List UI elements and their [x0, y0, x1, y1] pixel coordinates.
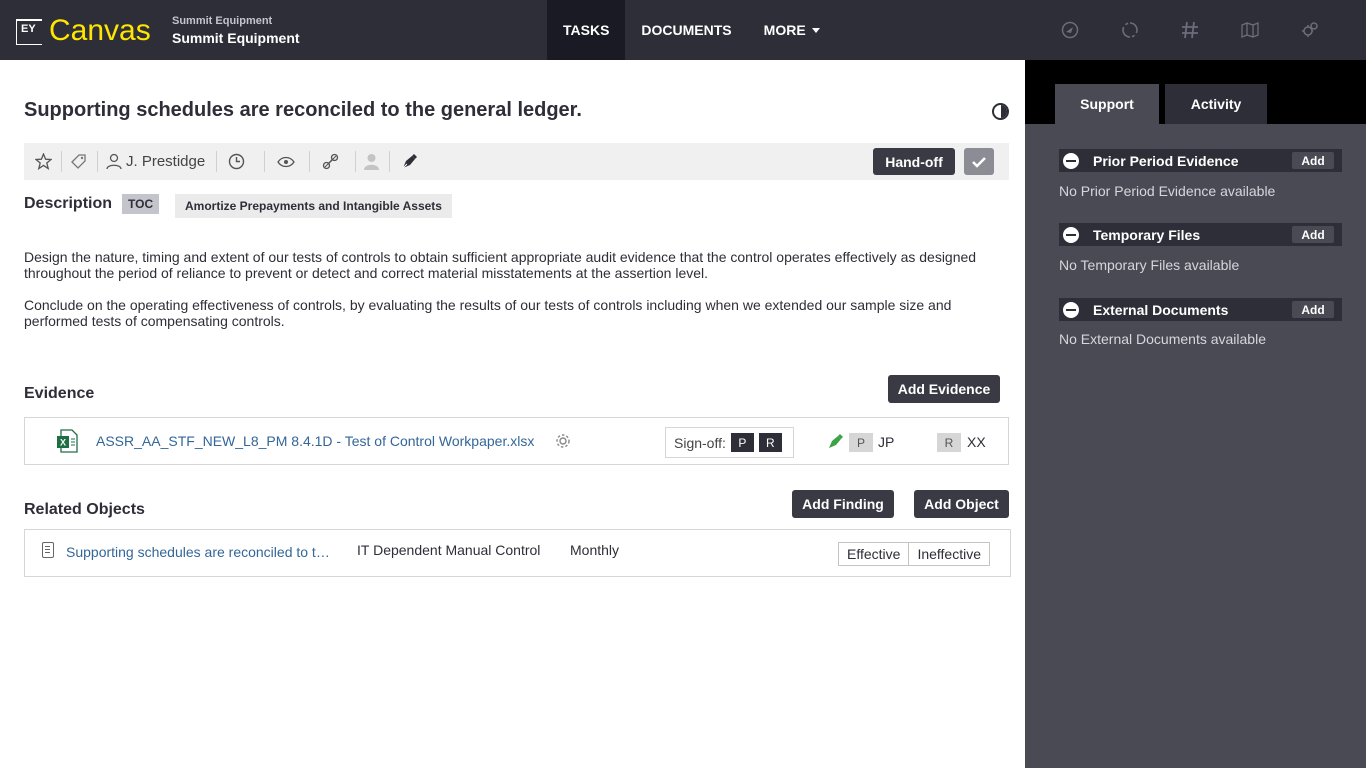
gears-icon[interactable] — [1300, 18, 1320, 42]
preparer-initials: JP — [878, 434, 895, 450]
complete-button[interactable] — [964, 148, 994, 175]
main-nav: TASKS DOCUMENTS MORE — [547, 0, 836, 60]
add-temporary-file-button[interactable]: Add — [1292, 226, 1334, 243]
prior-period-evidence-header[interactable]: Prior Period Evidence Add — [1059, 149, 1342, 172]
unlink-icon[interactable] — [322, 143, 339, 180]
user-icon — [106, 153, 122, 170]
green-pen-icon — [829, 434, 843, 448]
reviewer-initials: XX — [967, 434, 986, 450]
temporary-files-header[interactable]: Temporary Files Add — [1059, 223, 1342, 246]
support-panel: Support Activity Prior Period Evidence A… — [1025, 60, 1366, 768]
evidence-file-link[interactable]: ASSR_AA_STF_NEW_L8_PM 8.4.1D - Test of C… — [96, 433, 534, 449]
nav-more[interactable]: MORE — [748, 0, 836, 60]
preparer-chip: P — [849, 433, 873, 452]
check-icon — [972, 156, 986, 168]
compass-icon[interactable] — [1060, 18, 1080, 42]
assertion-tag[interactable]: Amortize Prepayments and Intangible Asse… — [175, 194, 452, 218]
tab-activity[interactable]: Activity — [1165, 84, 1267, 124]
person-placeholder-icon[interactable] — [364, 143, 379, 180]
external-documents-empty: No External Documents available — [1059, 331, 1266, 347]
main-content: Supporting schedules are reconciled to t… — [0, 60, 1025, 768]
caret-down-icon — [811, 27, 820, 33]
add-external-document-button[interactable]: Add — [1292, 301, 1334, 318]
collapse-icon[interactable] — [1063, 301, 1079, 318]
panel-tab-bar: Support Activity — [1025, 60, 1366, 124]
nav-tasks-label: TASKS — [563, 22, 610, 38]
control-doc-icon — [42, 542, 54, 558]
description-label: Description — [24, 195, 113, 212]
pen-nib-icon[interactable] — [401, 143, 418, 180]
evidence-row: X ASSR_AA_STF_NEW_L8_PM 8.4.1D - Test of… — [24, 417, 1009, 465]
toc-badge: TOC — [122, 194, 160, 214]
assignee[interactable]: J. Prestidge — [106, 143, 205, 180]
handoff-button[interactable]: Hand-off — [873, 148, 955, 175]
logo-text: EY — [21, 23, 36, 35]
contrast-icon[interactable] — [992, 103, 1009, 120]
tag-icon[interactable] — [70, 143, 87, 180]
add-finding-button[interactable]: Add Finding — [792, 490, 894, 518]
evidence-title: Evidence — [24, 385, 95, 402]
eye-icon[interactable] — [277, 143, 295, 180]
nav-more-label: MORE — [763, 22, 806, 38]
section-title: External Documents — [1093, 301, 1229, 318]
effective-option[interactable]: Effective — [839, 543, 909, 565]
add-object-button[interactable]: Add Object — [914, 490, 1009, 518]
external-documents-header[interactable]: External Documents Add — [1059, 298, 1342, 321]
temporary-files-empty: No Temporary Files available — [1059, 257, 1240, 273]
collapse-icon[interactable] — [1063, 152, 1079, 169]
sync-icon[interactable] — [1120, 18, 1140, 42]
top-icon-group — [1060, 18, 1320, 42]
effectiveness-toggle: Effective Ineffective — [838, 542, 990, 566]
task-toolbar: J. Prestidge Hand-off — [24, 143, 1009, 180]
client-name-sub: Summit Equipment — [172, 15, 273, 27]
control-frequency: Monthly — [570, 542, 620, 558]
clock-icon[interactable] — [228, 143, 245, 180]
prior-period-empty: No Prior Period Evidence available — [1059, 183, 1276, 199]
top-bar: EY Canvas Summit Equipment Summit Equipm… — [0, 0, 1366, 60]
nav-documents-label: DOCUMENTS — [641, 22, 732, 38]
map-icon[interactable] — [1240, 18, 1260, 42]
tab-support[interactable]: Support — [1055, 84, 1159, 124]
collapse-icon[interactable] — [1063, 226, 1079, 243]
section-title: Temporary Files — [1093, 226, 1201, 243]
control-type: IT Dependent Manual Control — [357, 542, 541, 558]
nav-documents[interactable]: DOCUMENTS — [625, 0, 747, 60]
description-paragraph-1: Design the nature, timing and extent of … — [24, 249, 977, 281]
excel-file-icon: X — [57, 429, 78, 453]
settings-gear-icon[interactable] — [555, 433, 571, 449]
related-object-row: Supporting schedules are reconciled to t… — [24, 529, 1011, 577]
nav-tasks[interactable]: TASKS — [547, 0, 626, 60]
add-prior-period-button[interactable]: Add — [1292, 152, 1334, 169]
star-icon[interactable] — [35, 143, 52, 180]
signoff-reviewer-button[interactable]: R — [758, 433, 782, 452]
reviewer-chip: R — [937, 433, 961, 452]
app-brand[interactable]: Canvas — [49, 14, 151, 48]
signoff-label: Sign-off: — [674, 434, 726, 451]
client-name[interactable]: Summit Equipment — [172, 30, 300, 46]
task-title: Supporting schedules are reconciled to t… — [24, 99, 582, 121]
description-paragraph-2: Conclude on the operating effectiveness … — [24, 297, 952, 329]
section-title: Prior Period Evidence — [1093, 152, 1239, 169]
svg-text:X: X — [60, 438, 66, 448]
signoff-preparer-button[interactable]: P — [730, 433, 754, 452]
assignee-name: J. Prestidge — [126, 153, 206, 170]
ey-logo[interactable]: EY — [16, 19, 42, 45]
ineffective-option[interactable]: Ineffective — [908, 543, 989, 565]
related-objects-title: Related Objects — [24, 501, 145, 518]
signoff-box: Sign-off: P R — [665, 427, 794, 458]
add-evidence-button[interactable]: Add Evidence — [888, 375, 1000, 403]
related-object-link[interactable]: Supporting schedules are reconciled to t… — [66, 544, 331, 560]
hash-icon[interactable] — [1180, 18, 1200, 42]
